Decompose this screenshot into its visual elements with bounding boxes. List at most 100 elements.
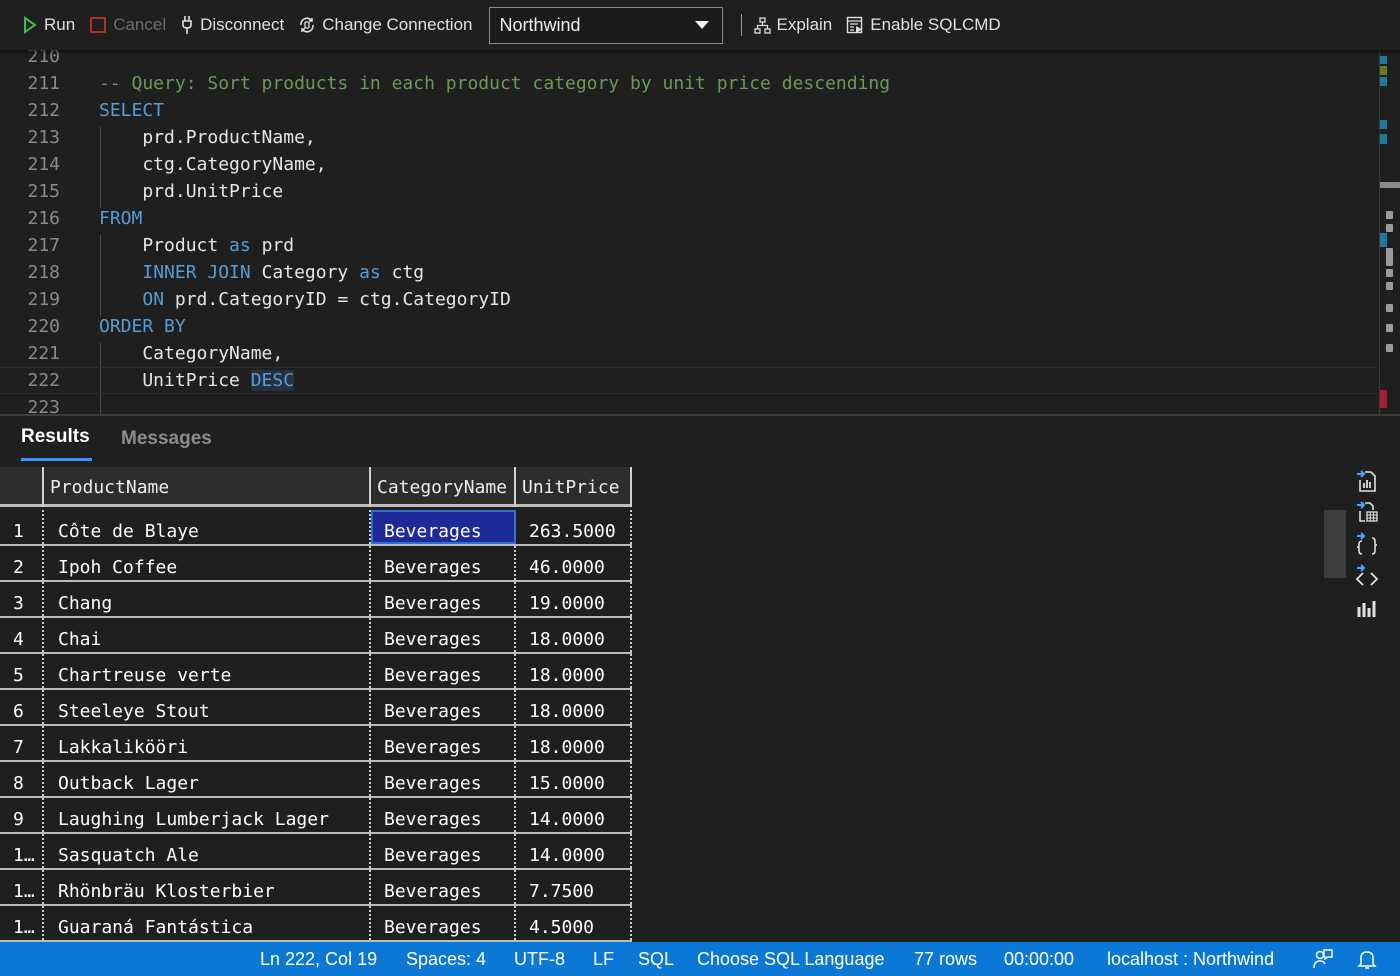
table-row[interactable]: 1 Côte de Blaye Beverages 263.5000	[0, 510, 632, 546]
cell-productname[interactable]: Ipoh Coffee	[44, 546, 371, 580]
row-number[interactable]: 7	[0, 726, 44, 760]
disconnect-button[interactable]: Disconnect	[180, 15, 284, 35]
eol-setting[interactable]: LF	[593, 949, 614, 970]
tab-results[interactable]: Results	[21, 426, 90, 448]
cell-unitprice[interactable]: 18.0000	[516, 690, 632, 724]
overview-ruler[interactable]	[1379, 50, 1380, 414]
column-header-unitprice[interactable]: UnitPrice	[516, 467, 632, 507]
cell-productname[interactable]: Guaraná Fantástica	[44, 906, 371, 940]
cell-productname[interactable]: Côte de Blaye	[44, 510, 371, 544]
cell-categoryname[interactable]: Beverages	[371, 726, 516, 760]
row-number-header[interactable]	[0, 467, 44, 507]
row-number[interactable]: 9	[0, 798, 44, 832]
tab-messages[interactable]: Messages	[121, 428, 212, 450]
cell-categoryname[interactable]: Beverages	[371, 582, 516, 616]
table-row[interactable]: 3 Chang Beverages 19.0000	[0, 582, 632, 618]
change-connection-button[interactable]: Change Connection	[298, 15, 473, 35]
table-row[interactable]: 4 Chai Beverages 18.0000	[0, 618, 632, 654]
table-row[interactable]: 8 Outback Lager Beverages 15.0000	[0, 762, 632, 798]
table-row[interactable]: 1… Sasquatch Ale Beverages 14.0000	[0, 834, 632, 870]
cell-productname[interactable]: Rhönbräu Klosterbier	[44, 870, 371, 904]
visualize-chart-icon[interactable]	[1354, 595, 1380, 621]
save-as-excel-icon[interactable]	[1354, 499, 1380, 525]
row-number[interactable]: 1…	[0, 834, 44, 868]
code-line[interactable]: 212 SELECT	[0, 97, 1378, 124]
run-button[interactable]: Run	[22, 15, 75, 35]
cell-productname[interactable]: Chai	[44, 618, 371, 652]
table-row[interactable]: 9 Laughing Lumberjack Lager Beverages 14.00…	[0, 798, 632, 834]
cell-categoryname[interactable]: Beverages	[371, 906, 516, 940]
code-line[interactable]: 214 ctg.CategoryName,	[0, 151, 1378, 178]
choose-sql-language-button[interactable]: Choose SQL Language	[697, 949, 884, 970]
cell-unitprice[interactable]: 18.0000	[516, 726, 632, 760]
code-line[interactable]: 210	[0, 50, 1378, 70]
code-line[interactable]: 211 -- Query: Sort products in each produ…	[0, 70, 1378, 97]
feedback-icon[interactable]	[1312, 948, 1334, 975]
cell-unitprice[interactable]: 263.5000	[516, 510, 632, 544]
cell-categoryname[interactable]: Beverages	[371, 834, 516, 868]
column-header-categoryname[interactable]: CategoryName	[371, 467, 516, 507]
row-number[interactable]: 8	[0, 762, 44, 796]
table-row[interactable]: 1… Guaraná Fantástica Beverages 4.5000	[0, 906, 632, 942]
code-line[interactable]: 223	[0, 394, 1378, 414]
row-number[interactable]: 4	[0, 618, 44, 652]
cell-categoryname[interactable]: Beverages	[371, 690, 516, 724]
table-row[interactable]: 6 Steeleye Stout Beverages 18.0000	[0, 690, 632, 726]
encoding-setting[interactable]: UTF-8	[514, 949, 565, 970]
cell-categoryname[interactable]: Beverages	[371, 510, 516, 544]
cell-unitprice[interactable]: 4.5000	[516, 906, 632, 940]
row-number[interactable]: 3	[0, 582, 44, 616]
cell-productname[interactable]: Laughing Lumberjack Lager	[44, 798, 371, 832]
cell-productname[interactable]: Sasquatch Ale	[44, 834, 371, 868]
code-line[interactable]: 221 CategoryName,	[0, 340, 1378, 367]
cell-categoryname[interactable]: Beverages	[371, 798, 516, 832]
cell-categoryname[interactable]: Beverages	[371, 546, 516, 580]
code-line[interactable]: 216 FROM	[0, 205, 1378, 232]
cell-unitprice[interactable]: 14.0000	[516, 798, 632, 832]
cell-unitprice[interactable]: 19.0000	[516, 582, 632, 616]
cell-unitprice[interactable]: 18.0000	[516, 618, 632, 652]
row-number[interactable]: 5	[0, 654, 44, 688]
cell-productname[interactable]: Lakkalikööri	[44, 726, 371, 760]
column-header-productname[interactable]: ProductName	[44, 467, 371, 507]
row-number[interactable]: 1	[0, 510, 44, 544]
cell-productname[interactable]: Steeleye Stout	[44, 690, 371, 724]
sql-editor[interactable]: 210 211 -- Query: Sort products in each pr…	[0, 50, 1400, 414]
cell-productname[interactable]: Chang	[44, 582, 371, 616]
code-line[interactable]: 220 ORDER BY	[0, 313, 1378, 340]
cell-productname[interactable]: Chartreuse verte	[44, 654, 371, 688]
row-number[interactable]: 1…	[0, 906, 44, 940]
cell-categoryname[interactable]: Beverages	[371, 762, 516, 796]
notifications-bell-icon[interactable]	[1356, 948, 1378, 975]
explain-button[interactable]: Explain	[753, 15, 832, 35]
cursor-position[interactable]: Ln 222, Col 19	[260, 949, 377, 970]
cell-categoryname[interactable]: Beverages	[371, 870, 516, 904]
scrollbar-thumb[interactable]	[1380, 182, 1400, 188]
cell-categoryname[interactable]: Beverages	[371, 618, 516, 652]
language-mode[interactable]: SQL	[638, 949, 674, 970]
row-number[interactable]: 1…	[0, 870, 44, 904]
code-line[interactable]: 219 ON prd.CategoryID = ctg.CategoryID	[0, 286, 1378, 313]
table-row[interactable]: 5 Chartreuse verte Beverages 18.0000	[0, 654, 632, 690]
indentation-setting[interactable]: Spaces: 4	[406, 949, 486, 970]
row-number[interactable]: 2	[0, 546, 44, 580]
cancel-button[interactable]: Cancel	[89, 15, 166, 35]
table-row[interactable]: 2 Ipoh Coffee Beverages 46.0000	[0, 546, 632, 582]
cell-unitprice[interactable]: 15.0000	[516, 762, 632, 796]
cell-categoryname[interactable]: Beverages	[371, 654, 516, 688]
save-as-csv-icon[interactable]	[1354, 468, 1380, 494]
results-scrollbar-thumb[interactable]	[1324, 510, 1346, 578]
code-line[interactable]: 222 UnitPrice DESC	[0, 367, 1378, 394]
cell-unitprice[interactable]: 46.0000	[516, 546, 632, 580]
row-number[interactable]: 6	[0, 690, 44, 724]
enable-sqlcmd-button[interactable]: Enable SQLCMD	[846, 15, 1001, 35]
cell-unitprice[interactable]: 14.0000	[516, 834, 632, 868]
code-line[interactable]: 218 INNER JOIN Category as ctg	[0, 259, 1378, 286]
database-select[interactable]: Northwind	[488, 6, 723, 44]
code-line[interactable]: 217 Product as prd	[0, 232, 1378, 259]
save-as-json-icon[interactable]	[1354, 530, 1380, 556]
code-line[interactable]: 215 prd.UnitPrice	[0, 178, 1378, 205]
table-row[interactable]: 7 Lakkalikööri Beverages 18.0000	[0, 726, 632, 762]
code-line[interactable]: 213 prd.ProductName,	[0, 124, 1378, 151]
cell-unitprice[interactable]: 18.0000	[516, 654, 632, 688]
